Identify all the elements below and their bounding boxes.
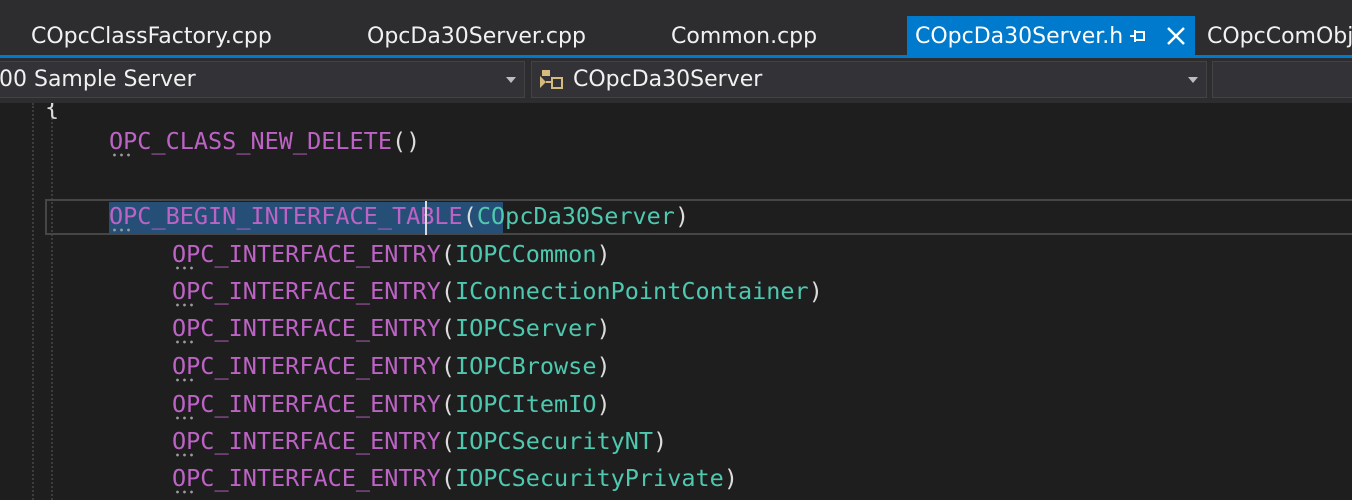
text-caret (425, 201, 427, 235)
indent-guide (32, 103, 34, 500)
type-token: IOPCSecurityNT (454, 427, 654, 455)
paren-token: ) (596, 240, 611, 268)
tab-label: COpcDa30Server.h (915, 24, 1124, 49)
quick-action-dots[interactable] (174, 378, 196, 382)
tab-label: OpcDa30Server.cpp (367, 24, 586, 49)
type-token: IOPCBrowse (454, 352, 597, 380)
code-brace: { (45, 103, 60, 121)
code-editor-window: COpcClassFactory.cpp OpcDa30Server.cpp C… (0, 0, 1352, 500)
macro-token: OPC_CLASS_NEW_DELETE (109, 127, 392, 155)
paren-token: ( (440, 427, 455, 455)
macro-token: OPC_INTERFACE_ENTRY (172, 352, 441, 380)
macro-token: OPC_INTERFACE_ENTRY (172, 427, 441, 455)
project-dropdown-value: 00 Sample Server (0, 67, 196, 92)
paren-token: ( (440, 240, 455, 268)
pin-icon[interactable] (1129, 29, 1147, 45)
quick-action-dots[interactable] (174, 453, 196, 457)
macro-token: OPC_INTERFACE_ENTRY (172, 390, 441, 418)
quick-action-dots[interactable] (111, 228, 133, 232)
code-line[interactable]: OPC_CLASS_NEW_DELETE() (109, 123, 420, 159)
quick-action-dots[interactable] (174, 416, 196, 420)
paren-token: ( (462, 202, 477, 230)
macro-token: OPC_INTERFACE_ENTRY (172, 314, 441, 342)
code-line[interactable]: OPC_INTERFACE_ENTRY(IOPCSecurityNT) (172, 423, 667, 459)
navigation-bar: 00 Sample Server COpcDa30Server (0, 58, 1352, 103)
quick-action-dots[interactable] (174, 303, 196, 307)
tab-copccomobj[interactable]: COpcComObj (1195, 16, 1352, 55)
code-line[interactable]: OPC_INTERFACE_ENTRY(IOPCCommon) (172, 236, 611, 272)
paren-token: ) (723, 464, 738, 492)
paren-token: ) (406, 127, 421, 155)
chevron-down-icon (506, 77, 516, 83)
class-dropdown-value: COpcDa30Server (573, 67, 763, 92)
tab-opcda30server-cpp[interactable]: OpcDa30Server.cpp (350, 16, 630, 55)
paren-token: ) (653, 427, 668, 455)
code-line[interactable]: OPC_INTERFACE_ENTRY(IOPCItemIO) (172, 386, 611, 422)
quick-action-dots[interactable] (174, 266, 196, 270)
code-line[interactable]: OPC_INTERFACE_ENTRY(IOPCSecurityPrivate) (172, 460, 738, 496)
project-dropdown[interactable]: 00 Sample Server (0, 61, 525, 98)
macro-token: OPC_INTERFACE_ENTRY (172, 240, 441, 268)
paren-token: ) (596, 314, 611, 342)
paren-token: ( (440, 277, 455, 305)
code-line[interactable]: OPC_INTERFACE_ENTRY(IConnectionPointCont… (172, 273, 823, 309)
tab-label: Common.cpp (671, 24, 818, 49)
code-line[interactable]: OPC_BEGIN_INTERFACE_TABLE(COpcDa30Server… (109, 198, 689, 234)
paren-token: ) (596, 390, 611, 418)
paren-token: ( (440, 390, 455, 418)
code-line[interactable]: OPC_INTERFACE_ENTRY(IOPCServer) (172, 310, 611, 346)
quick-action-dots[interactable] (111, 153, 133, 157)
macro-token: OPC_BEGIN_INTERFACE_TABLE (109, 202, 463, 230)
document-tab-strip: COpcClassFactory.cpp OpcDa30Server.cpp C… (0, 0, 1352, 55)
tab-copcda30server-h[interactable]: COpcDa30Server.h (907, 16, 1195, 55)
tab-label: COpcClassFactory.cpp (31, 24, 272, 49)
type-token: COpcDa30Server (476, 202, 675, 230)
macro-token: OPC_INTERFACE_ENTRY (172, 277, 441, 305)
paren-token: ) (808, 277, 823, 305)
paren-token: ) (596, 352, 611, 380)
paren-token: ( (440, 464, 455, 492)
paren-token: ) (674, 202, 690, 230)
class-icon (540, 70, 563, 89)
class-dropdown[interactable]: COpcDa30Server (531, 61, 1207, 98)
type-token: IConnectionPointContainer (454, 277, 809, 305)
code-editor[interactable]: { OPC_CLASS_NEW_DELETE() OPC_BEGIN_INTER… (0, 103, 1352, 500)
code-line[interactable]: OPC_INTERFACE_ENTRY(IOPCBrowse) (172, 348, 611, 384)
paren-token: ( (391, 127, 407, 155)
macro-token: OPC_INTERFACE_ENTRY (172, 464, 441, 492)
type-token: IOPCServer (454, 314, 597, 342)
paren-token: ( (440, 314, 455, 342)
paren-token: ( (440, 352, 455, 380)
tab-label: COpcComObj (1207, 24, 1352, 49)
chevron-down-icon (1188, 77, 1198, 83)
type-token: IOPCCommon (454, 240, 597, 268)
indent-guide (51, 113, 53, 500)
tab-common-cpp[interactable]: Common.cpp (655, 16, 895, 55)
close-icon[interactable] (1166, 26, 1186, 46)
type-token: IOPCSecurityPrivate (454, 464, 724, 492)
quick-action-dots[interactable] (174, 340, 196, 344)
tab-copcclassfactory-cpp[interactable]: COpcClassFactory.cpp (0, 16, 330, 55)
member-dropdown[interactable] (1212, 61, 1352, 98)
type-token: IOPCItemIO (454, 390, 597, 418)
quick-action-dots[interactable] (174, 490, 196, 494)
